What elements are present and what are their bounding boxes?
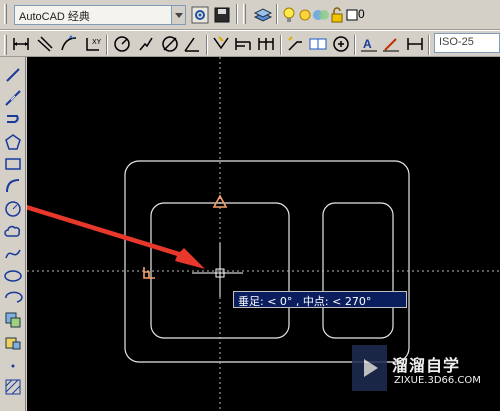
dimension-edit-icon[interactable]: A (359, 34, 379, 54)
autocad-window: AutoCAD 经典 0 XY A ISO-25 垂足: < 0° , 中点: … (0, 0, 500, 411)
current-layer-label[interactable]: 0 (358, 7, 365, 21)
dimension-text-edit-icon[interactable] (381, 34, 401, 54)
hatch-icon[interactable] (3, 377, 23, 397)
make-block-icon[interactable] (3, 333, 23, 353)
rectangle-icon[interactable] (3, 154, 23, 174)
dimension-update-icon[interactable] (405, 34, 425, 54)
ellipse-icon[interactable] (3, 266, 23, 286)
toolbar-grip[interactable] (4, 35, 7, 55)
arc-icon[interactable] (3, 176, 23, 196)
outer-rounded-rectangle (124, 160, 410, 363)
line-icon[interactable] (3, 65, 23, 85)
construction-line-icon[interactable] (3, 88, 23, 108)
polyline-icon[interactable] (3, 110, 23, 130)
point-icon[interactable] (3, 356, 23, 376)
draw-toolbar (0, 57, 26, 411)
dimstyle-select[interactable]: ISO-25 (434, 33, 500, 53)
workspace-select[interactable]: AutoCAD 经典 (14, 5, 186, 25)
layer-manager-icon[interactable] (253, 5, 273, 25)
aligned-dimension-icon[interactable] (35, 34, 55, 54)
dimension-toolbar: XY A ISO-25 (0, 30, 500, 57)
svg-text:XY: XY (92, 38, 102, 46)
linear-dimension-icon[interactable] (11, 34, 31, 54)
chevron-down-icon[interactable] (171, 6, 185, 24)
watermark-url: ZIXUE.3D66.COM (394, 375, 481, 386)
angular-dimension-icon[interactable] (182, 34, 202, 54)
revision-cloud-icon[interactable] (3, 222, 23, 242)
midpoint-snap-marker (212, 194, 228, 208)
svg-text:A: A (363, 37, 372, 51)
perpendicular-snap-marker (143, 267, 155, 279)
annotation-arrow (27, 205, 205, 269)
arc-length-icon[interactable] (59, 34, 79, 54)
save-workspace-icon[interactable] (212, 5, 232, 25)
quick-leader-icon[interactable] (285, 34, 305, 54)
watermark-logo (352, 345, 387, 391)
center-mark-icon[interactable] (331, 34, 351, 54)
insert-block-icon[interactable] (3, 310, 23, 330)
tolerance-icon[interactable] (308, 34, 328, 54)
object-snap-tooltip: 垂足: < 0° , 中点: < 270° (233, 291, 407, 308)
watermark-name: 溜溜自学 (392, 356, 461, 375)
circle-icon[interactable] (3, 199, 23, 219)
ellipse-arc-icon[interactable] (3, 288, 23, 308)
polygon-icon[interactable] (3, 132, 23, 152)
quick-dimension-icon[interactable] (211, 34, 231, 54)
jogged-dimension-icon[interactable] (136, 34, 156, 54)
ordinate-dimension-icon[interactable]: XY (83, 34, 103, 54)
drawing-canvas[interactable]: 垂足: < 0° , 中点: < 270° 溜溜自学 ZIXUE.3D66.CO… (27, 57, 500, 411)
workspaces-toolbar: AutoCAD 经典 0 (0, 0, 500, 30)
toolbar-grip[interactable] (4, 4, 7, 24)
radius-dimension-icon[interactable] (112, 34, 132, 54)
workspace-settings-icon[interactable] (190, 5, 210, 25)
continue-dimension-icon[interactable] (256, 34, 276, 54)
baseline-dimension-icon[interactable] (233, 34, 253, 54)
toolbar-grip[interactable] (243, 4, 246, 24)
spline-icon[interactable] (3, 244, 23, 264)
diameter-dimension-icon[interactable] (160, 34, 180, 54)
